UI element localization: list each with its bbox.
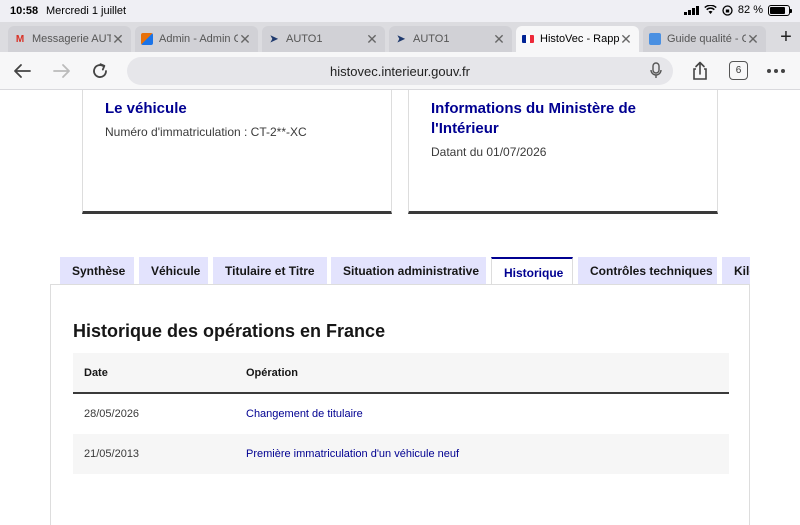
row-operation: Changement de titulaire bbox=[246, 408, 363, 420]
close-icon[interactable]: ✕ bbox=[111, 31, 125, 48]
battery-percent: 82 % bbox=[737, 4, 763, 16]
history-table: Date Opération 28/05/2026 Changement de … bbox=[73, 353, 729, 474]
close-icon[interactable]: ✕ bbox=[619, 31, 633, 48]
tab-controles-techniques[interactable]: Contrôles techniques bbox=[578, 257, 717, 285]
ministry-card-title: Informations du Ministère de l'Intérieur bbox=[431, 100, 637, 137]
close-icon[interactable]: ✕ bbox=[238, 31, 252, 48]
table-row: 21/05/2013 Première immatriculation d'un… bbox=[73, 434, 729, 474]
browser-tab-title: AUTO1 bbox=[413, 33, 450, 45]
history-panel: Historique des opérations en France Date… bbox=[50, 284, 750, 525]
battery-icon bbox=[768, 4, 792, 16]
url-text: histovec.interieur.gouv.fr bbox=[330, 63, 470, 79]
history-title: Historique des opérations en France bbox=[73, 321, 386, 341]
tab-kilometrage[interactable]: Kilo bbox=[722, 257, 750, 285]
gmail-icon: M bbox=[15, 33, 25, 45]
ministry-card: Informations du Ministère de l'Intérieur… bbox=[408, 90, 718, 214]
browser-tab-title: AUTO1 bbox=[286, 33, 323, 45]
admin-icon bbox=[141, 33, 153, 45]
tab-historique[interactable]: Historique bbox=[491, 257, 573, 285]
share-icon[interactable] bbox=[688, 59, 712, 83]
status-date: Mercredi 1 juillet bbox=[46, 5, 127, 17]
browser-tab[interactable]: Admin - Admin C ✕ bbox=[135, 26, 258, 52]
close-icon[interactable]: ✕ bbox=[746, 31, 760, 48]
tab-count-button[interactable]: 6 bbox=[729, 61, 748, 80]
close-icon[interactable]: ✕ bbox=[365, 31, 379, 48]
tab-vehicule[interactable]: Véhicule bbox=[139, 257, 208, 285]
status-right: 82 % bbox=[683, 4, 792, 16]
browser-tab-title: Messagerie AUTO1 bbox=[32, 33, 111, 45]
doc-icon bbox=[649, 33, 661, 45]
report-tabs: Synthèse Véhicule Titulaire et Titre Sit… bbox=[60, 257, 750, 285]
tab-synthese[interactable]: Synthèse bbox=[60, 257, 134, 285]
column-header-date: Date bbox=[84, 366, 108, 379]
browser-tab-strip: M Messagerie AUTO1 ✕ Admin - Admin C ✕ ➤… bbox=[0, 22, 800, 52]
browser-tab-active[interactable]: HistoVec - Rapport ✕ bbox=[516, 26, 639, 52]
more-menu-icon[interactable] bbox=[767, 69, 785, 73]
browser-toolbar: histovec.interieur.gouv.fr 6 bbox=[0, 52, 800, 90]
row-date: 28/05/2026 bbox=[84, 408, 140, 420]
browser-tab[interactable]: ➤ AUTO1 ✕ bbox=[262, 26, 385, 52]
table-row: 28/05/2026 Changement de titulaire bbox=[73, 394, 729, 434]
status-time: 10:58 bbox=[10, 5, 39, 17]
browser-tab[interactable]: ➤ AUTO1 ✕ bbox=[389, 26, 512, 52]
ministry-date: Datant du 01/07/2026 bbox=[431, 145, 547, 159]
status-bar: 10:58 Mercredi 1 juillet 82 % bbox=[0, 0, 800, 22]
table-header: Date Opération bbox=[73, 353, 729, 394]
close-icon[interactable]: ✕ bbox=[492, 31, 506, 48]
vehicle-card-title: Le véhicule bbox=[105, 100, 187, 117]
vehicle-card: Le véhicule Numéro d'immatriculation : C… bbox=[82, 90, 392, 214]
auto1-icon: ➤ bbox=[269, 33, 279, 45]
browser-tab-title: Admin - Admin C bbox=[159, 33, 238, 45]
tab-titulaire[interactable]: Titulaire et Titre bbox=[213, 257, 327, 285]
back-icon[interactable] bbox=[10, 59, 34, 83]
browser-tab[interactable]: M Messagerie AUTO1 ✕ bbox=[8, 26, 131, 52]
row-operation: Première immatriculation d'un véhicule n… bbox=[246, 448, 460, 460]
browser-tab-title: HistoVec - Rapport bbox=[540, 33, 619, 45]
column-header-operation: Opération bbox=[246, 366, 298, 379]
url-bar[interactable]: histovec.interieur.gouv.fr bbox=[127, 57, 673, 85]
row-date: 21/05/2013 bbox=[84, 448, 140, 460]
flag-icon bbox=[522, 35, 534, 43]
registration-number: Numéro d'immatriculation : CT-2**-XC bbox=[105, 125, 307, 139]
new-tab-button[interactable]: + bbox=[774, 25, 798, 49]
orientation-lock-icon bbox=[722, 4, 733, 16]
reload-icon[interactable] bbox=[88, 59, 112, 83]
browser-tab[interactable]: Guide qualité - C ✕ bbox=[643, 26, 766, 52]
tab-situation-administrative[interactable]: Situation administrative bbox=[331, 257, 486, 285]
auto1-icon: ➤ bbox=[396, 33, 406, 45]
microphone-icon[interactable] bbox=[649, 62, 663, 80]
forward-icon[interactable] bbox=[50, 59, 74, 83]
wifi-icon bbox=[704, 5, 717, 14]
browser-tab-title: Guide qualité - C bbox=[667, 33, 746, 45]
signal-icon bbox=[683, 5, 699, 15]
